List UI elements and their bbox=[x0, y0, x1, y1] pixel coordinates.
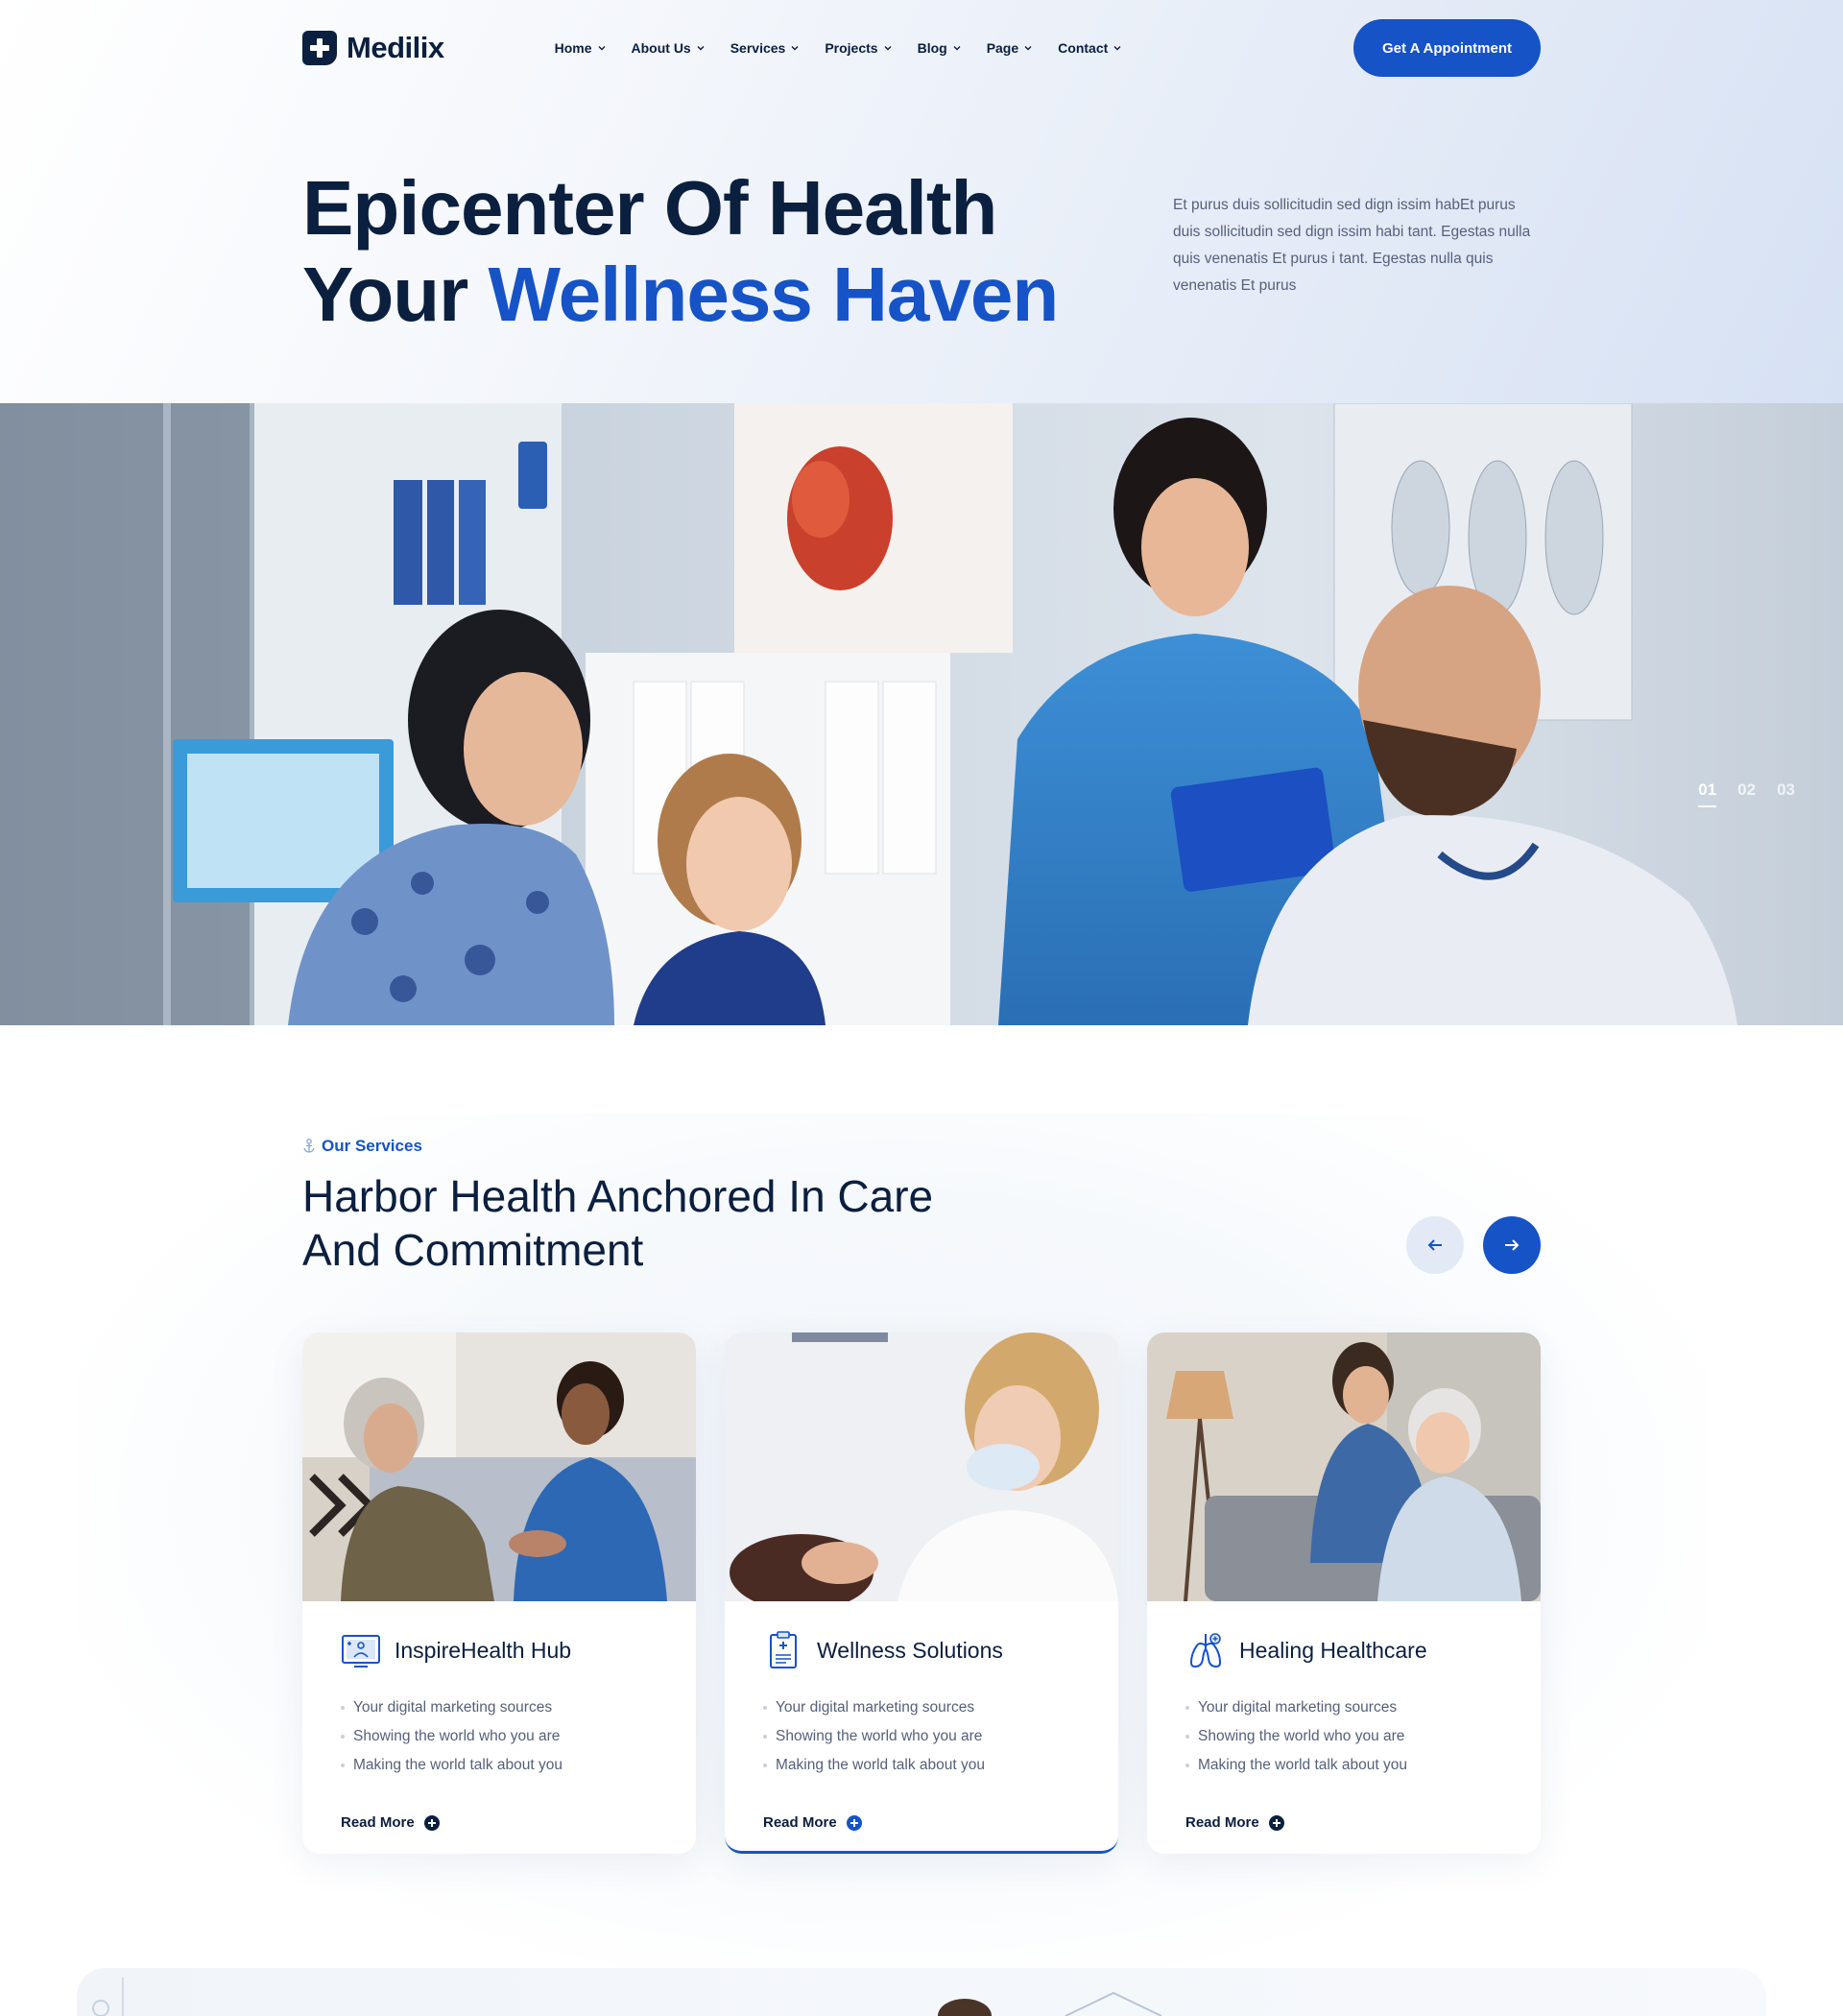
hero-slider-pagination: 01 02 03 bbox=[1698, 780, 1795, 807]
nav-contact[interactable]: Contact bbox=[1058, 40, 1122, 56]
service-card-image bbox=[1147, 1332, 1541, 1601]
chevron-down-icon bbox=[1024, 46, 1032, 51]
chevron-down-icon bbox=[884, 46, 892, 51]
hero-title-line1: Epicenter Of Health bbox=[302, 165, 997, 251]
plus-circle-icon bbox=[1268, 1814, 1284, 1831]
next-section-decoration bbox=[92, 1978, 1162, 2016]
service-card[interactable]: Wellness Solutions Your digital marketin… bbox=[725, 1332, 1118, 1854]
site-header: Medilix Home About Us Services Projects … bbox=[302, 19, 1541, 77]
list-item: Showing the world who you are bbox=[1185, 1722, 1502, 1751]
slide-dot-1[interactable]: 01 bbox=[1698, 780, 1717, 807]
nav-label: Page bbox=[986, 40, 1019, 56]
list-item: Making the world talk about you bbox=[1185, 1751, 1502, 1780]
read-more-link[interactable]: Read More bbox=[763, 1814, 1080, 1831]
list-item: Your digital marketing sources bbox=[1185, 1693, 1502, 1722]
list-item: Your digital marketing sources bbox=[763, 1693, 1080, 1722]
arrow-right-icon bbox=[1505, 1239, 1520, 1251]
service-card-bullets: Your digital marketing sources Showing t… bbox=[1185, 1693, 1502, 1780]
bullet-text: Making the world talk about you bbox=[1198, 1757, 1407, 1773]
plus-circle-icon bbox=[846, 1814, 862, 1831]
services-tag: Our Services bbox=[302, 1137, 1541, 1156]
list-item: Your digital marketing sources bbox=[341, 1693, 658, 1722]
service-card-bullets: Your digital marketing sources Showing t… bbox=[341, 1693, 658, 1780]
clipboard-medical-icon bbox=[770, 1631, 797, 1668]
slide-dot-2[interactable]: 02 bbox=[1737, 780, 1756, 807]
read-more-link[interactable]: Read More bbox=[341, 1814, 658, 1831]
nav-blog[interactable]: Blog bbox=[918, 40, 962, 56]
brand-name: Medilix bbox=[347, 31, 444, 64]
bullet-text: Showing the world who you are bbox=[776, 1728, 983, 1744]
carousel-next-button[interactable] bbox=[1483, 1216, 1541, 1274]
clinic-photo-illustration bbox=[0, 403, 1843, 1025]
anchor-icon bbox=[303, 1139, 315, 1153]
service-card-title: Healing Healthcare bbox=[1239, 1637, 1427, 1663]
get-appointment-button[interactable]: Get A Appointment bbox=[1353, 19, 1541, 77]
bullet-text: Your digital marketing sources bbox=[1198, 1699, 1398, 1716]
slide-dot-3[interactable]: 03 bbox=[1777, 780, 1795, 807]
nav-label: Contact bbox=[1058, 40, 1109, 56]
bullet-text: Your digital marketing sources bbox=[353, 1699, 553, 1716]
list-item: Showing the world who you are bbox=[341, 1722, 658, 1751]
medical-cross-logo-icon bbox=[302, 31, 337, 65]
chevron-down-icon bbox=[1113, 46, 1121, 51]
nav-page[interactable]: Page bbox=[987, 40, 1033, 56]
service-card-title: Wellness Solutions bbox=[817, 1637, 1003, 1663]
read-more-label: Read More bbox=[1185, 1814, 1259, 1831]
lungs-icon bbox=[1189, 1633, 1222, 1668]
hero-title-prefix: Your bbox=[302, 252, 489, 337]
hero-title-accent: Wellness Haven bbox=[488, 252, 1060, 337]
list-item: Making the world talk about you bbox=[763, 1751, 1080, 1780]
logo[interactable]: Medilix bbox=[302, 31, 444, 65]
chevron-down-icon bbox=[791, 46, 799, 51]
bullet-text: Your digital marketing sources bbox=[776, 1699, 975, 1716]
service-card-bullets: Your digital marketing sources Showing t… bbox=[763, 1693, 1080, 1780]
arrow-left-icon bbox=[1427, 1239, 1442, 1251]
chevron-down-icon bbox=[697, 46, 705, 51]
carousel-prev-button[interactable] bbox=[1406, 1216, 1464, 1274]
plus-circle-icon bbox=[423, 1814, 440, 1831]
home-care-photo-illustration bbox=[1147, 1332, 1541, 1601]
nav-label: Blog bbox=[917, 40, 947, 56]
dentist-photo-illustration bbox=[725, 1332, 1118, 1601]
bullet-text: Making the world talk about you bbox=[353, 1757, 562, 1773]
nav-label: Projects bbox=[825, 40, 878, 56]
services-title: Harbor Health Anchored In Care And Commi… bbox=[302, 1171, 934, 1275]
service-card[interactable]: InspireHealth Hub Your digital marketing… bbox=[302, 1332, 696, 1854]
services-tag-label: Our Services bbox=[322, 1137, 422, 1155]
hero-description: Et purus duis sollicitudin sed dign issi… bbox=[1173, 197, 1531, 294]
nav-label: About Us bbox=[631, 40, 691, 56]
main-nav: Home About Us Services Projects Blog Pag… bbox=[555, 40, 1123, 56]
chevron-down-icon bbox=[953, 46, 961, 51]
bullet-text: Showing the world who you are bbox=[1198, 1728, 1405, 1744]
chevron-down-icon bbox=[598, 46, 605, 51]
read-more-label: Read More bbox=[763, 1814, 837, 1831]
bullet-text: Making the world talk about you bbox=[776, 1757, 985, 1773]
read-more-label: Read More bbox=[341, 1814, 415, 1831]
list-item: Making the world talk about you bbox=[341, 1751, 658, 1780]
hero-image bbox=[0, 403, 1843, 1025]
next-section-peek bbox=[77, 1968, 1766, 2016]
service-card-title: InspireHealth Hub bbox=[395, 1637, 572, 1663]
service-cards: InspireHealth Hub Your digital marketing… bbox=[302, 1332, 1541, 1854]
nav-services[interactable]: Services bbox=[730, 40, 801, 56]
service-card-image bbox=[302, 1332, 696, 1601]
service-card[interactable]: Healing Healthcare Your digital marketin… bbox=[1147, 1332, 1541, 1854]
monitor-health-icon bbox=[342, 1635, 380, 1668]
nav-label: Services bbox=[730, 40, 786, 56]
service-card-image bbox=[725, 1332, 1118, 1601]
nav-projects[interactable]: Projects bbox=[825, 40, 892, 56]
nav-label: Home bbox=[554, 40, 592, 56]
nav-about[interactable]: About Us bbox=[632, 40, 706, 56]
bullet-text: Showing the world who you are bbox=[353, 1728, 561, 1744]
caregiver-photo-illustration bbox=[302, 1332, 696, 1601]
list-item: Showing the world who you are bbox=[763, 1722, 1080, 1751]
nav-home[interactable]: Home bbox=[555, 40, 607, 56]
read-more-link[interactable]: Read More bbox=[1185, 1814, 1502, 1831]
